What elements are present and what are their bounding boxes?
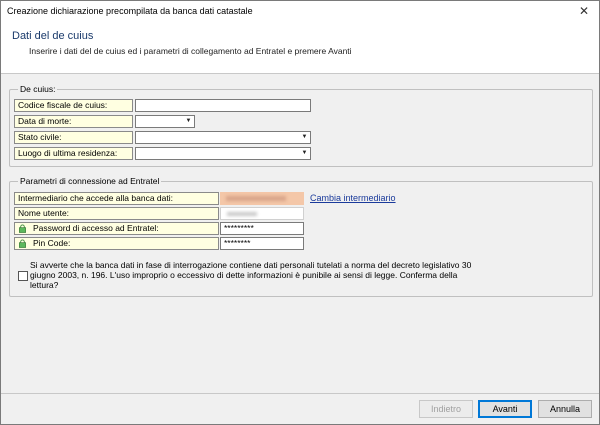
next-button[interactable]: Avanti bbox=[478, 400, 532, 418]
conferma-lettura-checkbox[interactable] bbox=[18, 271, 28, 281]
luogo-residenza-label: Luogo di ultima residenza: bbox=[14, 147, 133, 160]
entratel-group-title: Parametri di connessione ad Entratel bbox=[18, 176, 162, 186]
pin-code-label-text: Pin Code: bbox=[33, 238, 71, 248]
nome-utente-input-redacted[interactable] bbox=[220, 207, 304, 220]
pin-code-label: Pin Code: bbox=[14, 237, 219, 250]
nome-utente-label: Nome utente: bbox=[14, 207, 219, 220]
cambia-intermediario-link[interactable]: Cambia intermediario bbox=[310, 193, 396, 203]
codice-fiscale-label: Codice fiscale de cuius: bbox=[14, 99, 133, 112]
cancel-button[interactable]: Annulla bbox=[538, 400, 592, 418]
password-label: Password di accesso ad Entratel: bbox=[14, 222, 219, 235]
next-button-label: Avanti bbox=[492, 404, 518, 414]
page-title: Dati del de cuius bbox=[12, 30, 94, 42]
privacy-warning-text: Si avverte che la banca dati in fase di … bbox=[30, 260, 472, 290]
lock-icon bbox=[19, 239, 26, 248]
lock-icon bbox=[19, 224, 26, 233]
password-label-text: Password di accesso ad Entratel: bbox=[33, 223, 159, 233]
wizard-header: Dati del de cuius Inserire i dati del de… bbox=[1, 21, 599, 74]
close-icon[interactable]: ✕ bbox=[569, 1, 599, 21]
window-title: Creazione dichiarazione precompilata da … bbox=[7, 6, 253, 16]
data-morte-label: Data di morte: bbox=[14, 115, 133, 128]
intermediario-value-redacted bbox=[220, 192, 304, 205]
stato-civile-label: Stato civile: bbox=[14, 131, 133, 144]
cancel-button-label: Annulla bbox=[549, 404, 581, 414]
back-button[interactable]: Indietro bbox=[419, 400, 473, 418]
chevron-down-icon[interactable]: ▼ bbox=[299, 132, 310, 143]
data-morte-picker[interactable]: ▼ bbox=[135, 115, 195, 128]
pin-code-input[interactable]: ******** bbox=[220, 237, 304, 250]
dialog-window: Creazione dichiarazione precompilata da … bbox=[0, 0, 600, 425]
footer-divider bbox=[1, 393, 599, 394]
stato-civile-select[interactable]: ▼ bbox=[135, 131, 311, 144]
back-button-label: Indietro bbox=[430, 404, 462, 414]
chevron-down-icon[interactable]: ▼ bbox=[183, 116, 194, 127]
page-subtitle: Inserire i dati del de cuius ed i parame… bbox=[29, 46, 352, 56]
codice-fiscale-input[interactable] bbox=[135, 99, 311, 112]
intermediario-label: Intermediario che accede alla banca dati… bbox=[14, 192, 219, 205]
chevron-down-icon[interactable]: ▼ bbox=[299, 148, 310, 159]
luogo-residenza-select[interactable]: ▼ bbox=[135, 147, 311, 160]
password-input[interactable]: ********* bbox=[220, 222, 304, 235]
decuius-group-title: De cuius: bbox=[18, 84, 58, 94]
title-bar: Creazione dichiarazione precompilata da … bbox=[1, 1, 599, 21]
